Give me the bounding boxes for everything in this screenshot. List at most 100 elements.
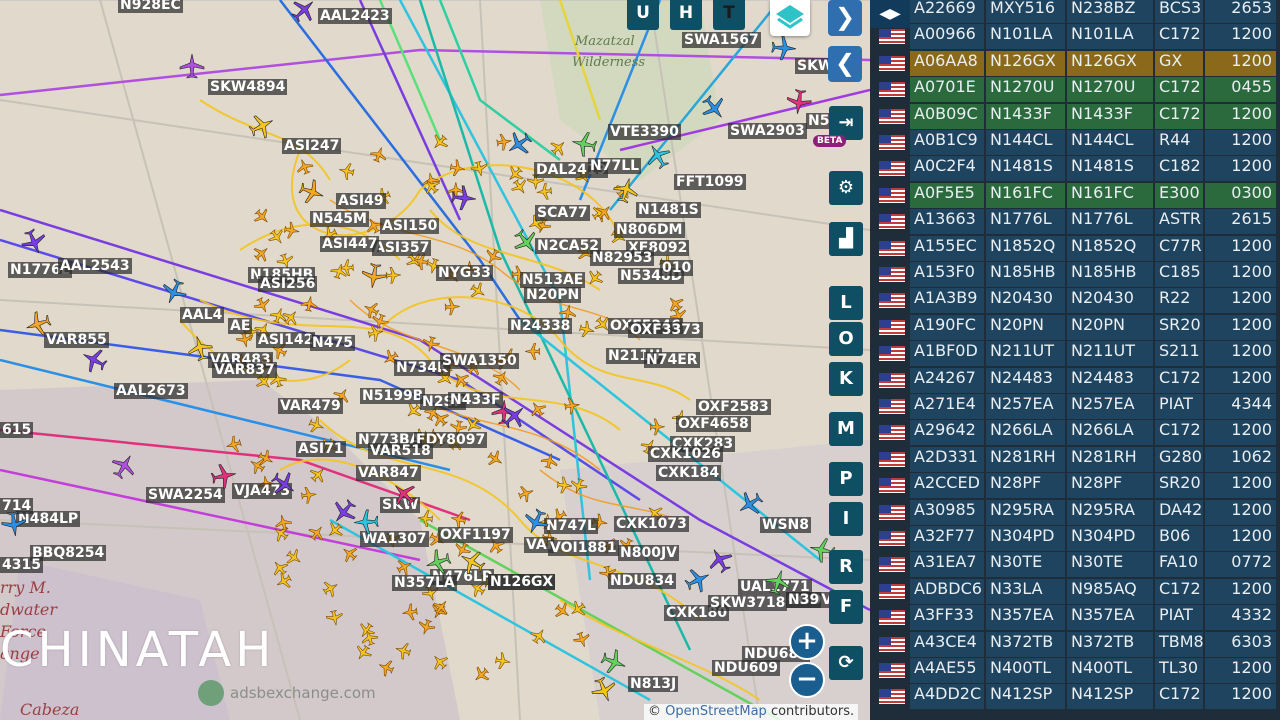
aircraft-label[interactable]: ASI357 [372, 240, 432, 256]
aircraft-label[interactable]: OXF3373 [628, 322, 703, 338]
aircraft-icon[interactable] [600, 648, 628, 676]
table-row[interactable]: A2CCED N28PF N28PF SR20 1200 [870, 473, 1280, 499]
aircraft-icon[interactable] [24, 310, 52, 338]
aircraft-label[interactable]: N357LA [392, 575, 457, 591]
table-row[interactable]: A24267 N24483 N24483 C172 1200 [870, 367, 1280, 394]
filter-o-button[interactable]: O [829, 322, 863, 356]
aircraft-icon[interactable] [352, 508, 380, 536]
aircraft-label[interactable]: CXK1026 [648, 446, 723, 462]
table-row[interactable]: A4AE55 N400TL N400TL TL30 1200 [870, 658, 1280, 684]
aircraft-icon[interactable] [160, 278, 188, 306]
aircraft-label[interactable]: N513AE [520, 272, 586, 288]
aircraft-label[interactable]: ASI142 [256, 332, 316, 348]
aircraft-label[interactable]: ASI150 [380, 218, 440, 234]
aircraft-label[interactable]: NYG33 [436, 265, 493, 281]
table-row[interactable]: ADBDC6 N33LA N985AQ C172 1200 [870, 578, 1280, 605]
aircraft-label[interactable]: SKW3718 [708, 595, 788, 611]
aircraft-icon[interactable] [505, 130, 533, 158]
aircraft-icon[interactable] [252, 296, 273, 316]
aircraft-icon[interactable] [178, 52, 206, 80]
table-row[interactable]: A31EA7 N30TE N30TE FA10 0772 [870, 552, 1280, 578]
aircraft-label[interactable]: NDU609 [712, 660, 780, 676]
aircraft-icon[interactable] [252, 206, 274, 228]
aircraft-icon[interactable] [684, 566, 712, 594]
aircraft-icon[interactable] [186, 334, 214, 362]
next-button[interactable]: ❯ [828, 0, 862, 36]
table-row[interactable]: A0C2F4 N1481S N1481S C182 1200 [870, 156, 1280, 182]
table-row[interactable]: A2D331 N281RH N281RH G280 1062 [870, 446, 1280, 473]
aircraft-icon[interactable] [424, 548, 452, 576]
aircraft-label[interactable]: N20PN [524, 287, 582, 303]
aircraft-label[interactable]: VAR837 [212, 362, 277, 378]
aircraft-label[interactable]: SWA1350 [440, 353, 519, 369]
table-row[interactable]: A00966 N101LA N101LA C172 1200 [870, 24, 1280, 50]
aircraft-label[interactable]: N82953 [590, 250, 655, 266]
aircraft-icon[interactable] [525, 343, 540, 360]
aircraft-label[interactable]: AAL4 [180, 307, 225, 323]
table-row[interactable]: A1A3B9 N20430 N20430 R22 1200 [870, 288, 1280, 314]
aircraft-label[interactable]: CXK1073 [614, 516, 689, 532]
aircraft-icon[interactable] [536, 182, 553, 201]
aircraft-label[interactable]: SCA77 [535, 205, 590, 221]
aircraft-label[interactable]: N747L [544, 518, 598, 534]
filter-i-button[interactable]: I [829, 502, 863, 536]
aircraft-label[interactable]: ASI71 [296, 441, 346, 457]
aircraft-label[interactable]: OXF4658 [676, 416, 751, 432]
aircraft-label[interactable]: AE [228, 318, 253, 334]
filter-p-button[interactable]: P [829, 462, 863, 496]
toggle-h-button[interactable]: H [670, 0, 702, 30]
aircraft-label[interactable]: N928EC [118, 0, 183, 13]
aircraft-label[interactable]: NDU834 [608, 573, 676, 589]
aircraft-icon[interactable] [485, 448, 506, 469]
table-row[interactable]: A06AA8 N126GX N126GX GX 1200 [870, 50, 1280, 77]
aircraft-label[interactable]: N475 [310, 335, 355, 351]
zoom-out-button[interactable]: − [789, 662, 825, 698]
aircraft-icon[interactable] [283, 221, 301, 239]
aircraft-icon[interactable] [736, 490, 764, 518]
table-row[interactable]: A1BF0D N211UT N211UT S211 1200 [870, 341, 1280, 367]
aircraft-label[interactable]: ASI247 [282, 138, 342, 154]
aircraft-label[interactable]: 615 [0, 422, 34, 438]
aircraft-label[interactable]: VOI1881 [548, 540, 619, 556]
aircraft-icon[interactable] [770, 34, 798, 62]
aircraft-icon[interactable] [0, 510, 28, 538]
aircraft-icon[interactable] [251, 242, 272, 264]
aircraft-label[interactable]: AAL2543 [58, 258, 132, 274]
table-row[interactable]: A0F5E5 N161FC N161FC E300 0300 [870, 182, 1280, 209]
aircraft-label[interactable]: OXF2583 [696, 399, 771, 415]
aircraft-icon[interactable] [570, 130, 598, 158]
filter-k-button[interactable]: K [829, 362, 863, 396]
aircraft-icon[interactable] [390, 480, 418, 508]
aircraft-icon[interactable] [248, 112, 276, 140]
aircraft-label[interactable]: N800JV [618, 545, 679, 561]
aircraft-label[interactable]: SWA1567 [682, 32, 761, 48]
aircraft-icon[interactable] [210, 462, 238, 490]
toggle-t-button[interactable]: T [713, 0, 745, 30]
filter-r-button[interactable]: R [829, 550, 863, 584]
table-row[interactable]: A190FC N20PN N20PN SR20 1200 [870, 314, 1280, 341]
aircraft-icon[interactable] [110, 452, 138, 480]
aircraft-icon[interactable] [360, 262, 388, 290]
aircraft-label[interactable]: VAR479 [278, 398, 343, 414]
toggle-u-button[interactable]: U [627, 0, 659, 30]
aircraft-icon[interactable] [270, 470, 298, 498]
aircraft-icon[interactable] [470, 664, 491, 686]
aircraft-icon[interactable] [429, 132, 451, 154]
aircraft-label[interactable]: N77LL [588, 158, 642, 174]
aircraft-label[interactable]: 4315 [0, 557, 43, 573]
aircraft-label[interactable]: 010 [660, 260, 694, 276]
filter-l-button[interactable]: L [829, 286, 863, 320]
panel-toggle-button[interactable]: ◀▶ [870, 0, 910, 28]
aircraft-label[interactable]: SWA2903 [728, 123, 807, 139]
table-row[interactable]: A3FF33 N357EA N357EA PIAT 4332 [870, 605, 1280, 631]
aircraft-icon[interactable] [495, 652, 512, 670]
aircraft-icon[interactable] [300, 295, 318, 312]
aircraft-label[interactable]: SKW4894 [208, 79, 288, 95]
aircraft-label[interactable]: ASI447 [320, 236, 380, 252]
aircraft-icon[interactable] [444, 298, 460, 316]
zoom-in-button[interactable]: + [789, 624, 825, 660]
aircraft-icon[interactable] [500, 402, 528, 430]
aircraft-icon[interactable] [522, 508, 550, 536]
aircraft-label[interactable]: FFT1099 [674, 174, 746, 190]
aircraft-icon[interactable] [578, 320, 596, 339]
